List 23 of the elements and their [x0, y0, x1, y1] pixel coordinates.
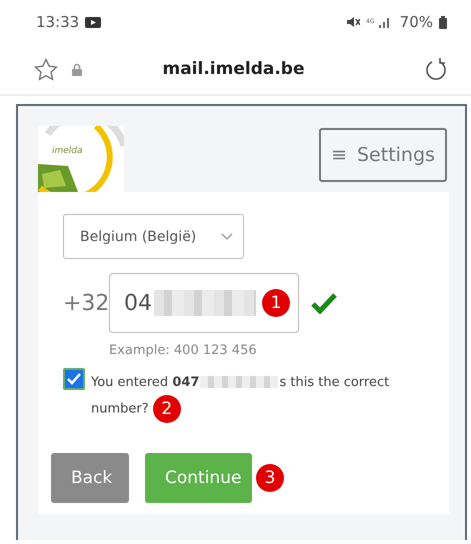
chevron-icon [221, 232, 233, 240]
example-hint: Example: 400 123 456 [109, 343, 258, 358]
star-icon[interactable] [34, 58, 58, 80]
reload-icon[interactable] [425, 57, 447, 81]
country-code: +32 [63, 290, 109, 316]
confirmation-text: You entered 047 s this the correct number? 2 [91, 370, 411, 423]
country-dropdown[interactable]: Belgium (België) [63, 214, 244, 259]
url-text[interactable]: mail.imelda.be [82, 59, 425, 79]
lock-icon [72, 62, 82, 76]
number-badge: 2 [152, 395, 181, 423]
number-badge: 3 [256, 464, 284, 492]
checkbox[interactable] [63, 368, 85, 390]
video-icon [85, 16, 102, 28]
settings-button[interactable]: ≡ Settings [319, 128, 447, 182]
clock: 13:33 [36, 13, 80, 31]
number-badge: 1 [262, 289, 290, 317]
battery-icon [439, 16, 447, 28]
logo: imelda [38, 126, 124, 192]
battery-level: 70% [400, 13, 433, 31]
phone-field[interactable]: 04 1 [109, 273, 299, 333]
mute-icon [346, 16, 360, 28]
menu-icon: ≡ [331, 144, 347, 166]
checkmark-icon [67, 373, 81, 385]
